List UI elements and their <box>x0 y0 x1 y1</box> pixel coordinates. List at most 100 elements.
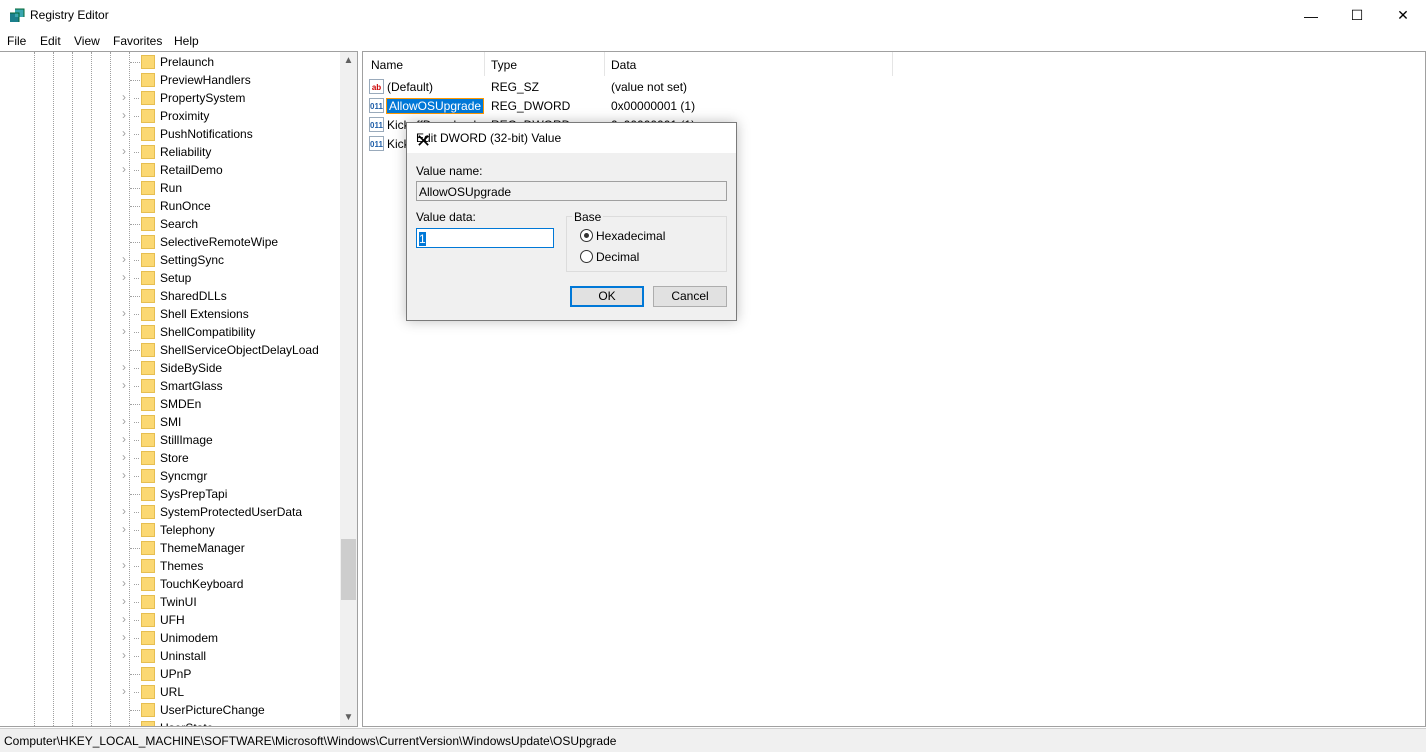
tree-item[interactable]: › UFH <box>0 611 340 629</box>
chevron-right-icon[interactable]: › <box>122 414 126 428</box>
string-value-icon: ab <box>369 79 384 94</box>
ok-button[interactable]: OK <box>570 286 644 307</box>
tree-item[interactable]: › TwinUI <box>0 593 340 611</box>
chevron-right-icon[interactable]: › <box>122 648 126 662</box>
column-header-type[interactable]: Type <box>491 58 517 72</box>
tree-item[interactable]: › Themes <box>0 557 340 575</box>
tree-item[interactable]: › URL <box>0 683 340 701</box>
chevron-right-icon[interactable]: › <box>122 594 126 608</box>
tree-item[interactable]: › Telephony <box>0 521 340 539</box>
menu-help[interactable]: Help <box>174 34 199 48</box>
tree-item[interactable]: › SideBySide <box>0 359 340 377</box>
chevron-right-icon[interactable]: › <box>122 144 126 158</box>
tree-item[interactable]: › Setup <box>0 269 340 287</box>
tree-item[interactable]: › PushNotifications <box>0 125 340 143</box>
chevron-right-icon[interactable]: › <box>122 630 126 644</box>
tree-scrollbar-thumb[interactable] <box>341 539 356 600</box>
tree-item[interactable]: › TouchKeyboard <box>0 575 340 593</box>
chevron-right-icon[interactable]: › <box>122 450 126 464</box>
menu-edit[interactable]: Edit <box>40 34 61 48</box>
tree-connector <box>134 692 139 693</box>
folder-icon <box>141 127 155 141</box>
column-divider[interactable] <box>892 52 893 76</box>
tree-item[interactable]: › Unimodem <box>0 629 340 647</box>
chevron-right-icon[interactable]: › <box>122 90 126 104</box>
folder-icon <box>141 505 155 519</box>
tree-item[interactable]: › PropertySystem <box>0 89 340 107</box>
tree-item[interactable]: SelectiveRemoteWipe <box>0 233 340 251</box>
value-row[interactable]: 011 AllowOSUpgrade REG_DWORD 0x00000001 (1) <box>363 97 1063 115</box>
tree-item[interactable]: ShellServiceObjectDelayLoad <box>0 341 340 359</box>
tree-scrollbar[interactable] <box>340 52 357 726</box>
tree-item[interactable]: › SystemProtectedUserData <box>0 503 340 521</box>
tree-item[interactable]: › Proximity <box>0 107 340 125</box>
scroll-down-icon[interactable]: ▼ <box>340 712 357 723</box>
key-tree[interactable]: Prelaunch PreviewHandlers › PropertySystem ›… <box>0 51 358 727</box>
chevron-right-icon[interactable]: › <box>122 360 126 374</box>
value-row[interactable]: ab (Default) REG_SZ (value not set) <box>363 78 1063 96</box>
tree-item[interactable]: RunOnce <box>0 197 340 215</box>
tree-item[interactable]: Prelaunch <box>0 53 340 71</box>
hexadecimal-radio[interactable] <box>580 229 593 242</box>
menu-view[interactable]: View <box>74 34 100 48</box>
tree-item[interactable]: SMDEn <box>0 395 340 413</box>
tree-item[interactable]: UserPictureChange <box>0 701 340 719</box>
minimize-button[interactable]: — <box>1288 0 1334 31</box>
tree-item[interactable]: PreviewHandlers <box>0 71 340 89</box>
tree-item[interactable]: UPnP <box>0 665 340 683</box>
menu-favorites[interactable]: Favorites <box>113 34 162 48</box>
decimal-radio[interactable] <box>580 250 593 263</box>
chevron-right-icon[interactable]: › <box>122 378 126 392</box>
chevron-right-icon[interactable]: › <box>122 306 126 320</box>
chevron-right-icon[interactable]: › <box>122 576 126 590</box>
chevron-right-icon[interactable]: › <box>122 468 126 482</box>
tree-item[interactable]: › SMI <box>0 413 340 431</box>
tree-item[interactable]: › Store <box>0 449 340 467</box>
tree-item[interactable]: › ShellCompatibility <box>0 323 340 341</box>
chevron-right-icon[interactable]: › <box>122 324 126 338</box>
chevron-right-icon[interactable]: › <box>122 126 126 140</box>
cancel-button[interactable]: Cancel <box>653 286 727 307</box>
tree-item[interactable]: Search <box>0 215 340 233</box>
dialog-close-icon[interactable]: ✕ <box>416 131 728 152</box>
folder-icon <box>141 199 155 213</box>
tree-item-label: PreviewHandlers <box>160 73 251 87</box>
chevron-right-icon[interactable]: › <box>122 252 126 266</box>
value-data-input[interactable]: 1 <box>416 228 554 248</box>
chevron-right-icon[interactable]: › <box>122 432 126 446</box>
menu-file[interactable]: File <box>7 34 26 48</box>
chevron-right-icon[interactable]: › <box>122 108 126 122</box>
tree-item[interactable]: › StillImage <box>0 431 340 449</box>
tree-item[interactable]: › SettingSync <box>0 251 340 269</box>
column-divider[interactable] <box>484 52 485 76</box>
chevron-right-icon[interactable]: › <box>122 504 126 518</box>
scroll-up-icon[interactable]: ▲ <box>340 55 357 66</box>
current-key-path: Computer\HKEY_LOCAL_MACHINE\SOFTWARE\Mic… <box>4 734 617 748</box>
hexadecimal-label[interactable]: Hexadecimal <box>596 229 665 243</box>
tree-item[interactable]: Run <box>0 179 340 197</box>
tree-connector <box>134 530 139 531</box>
tree-item[interactable]: › Uninstall <box>0 647 340 665</box>
decimal-label[interactable]: Decimal <box>596 250 639 264</box>
chevron-right-icon[interactable]: › <box>122 558 126 572</box>
tree-item[interactable]: ThemeManager <box>0 539 340 557</box>
maximize-button[interactable]: ☐ <box>1334 0 1380 31</box>
close-button[interactable]: ✕ <box>1380 0 1426 31</box>
chevron-right-icon[interactable]: › <box>122 162 126 176</box>
column-header-data[interactable]: Data <box>611 58 636 72</box>
chevron-right-icon[interactable]: › <box>122 270 126 284</box>
chevron-right-icon[interactable]: › <box>122 612 126 626</box>
tree-item[interactable]: SharedDLLs <box>0 287 340 305</box>
tree-item[interactable]: › SmartGlass <box>0 377 340 395</box>
tree-item[interactable]: › Shell Extensions <box>0 305 340 323</box>
column-header-name[interactable]: Name <box>371 58 403 72</box>
chevron-right-icon[interactable]: › <box>122 522 126 536</box>
tree-item[interactable]: UserState <box>0 719 340 726</box>
column-divider[interactable] <box>604 52 605 76</box>
tree-item-label: SMI <box>160 415 182 429</box>
tree-item[interactable]: › Reliability <box>0 143 340 161</box>
tree-item[interactable]: › Syncmgr <box>0 467 340 485</box>
chevron-right-icon[interactable]: › <box>122 684 126 698</box>
tree-item[interactable]: › RetailDemo <box>0 161 340 179</box>
tree-item[interactable]: SysPrepTapi <box>0 485 340 503</box>
